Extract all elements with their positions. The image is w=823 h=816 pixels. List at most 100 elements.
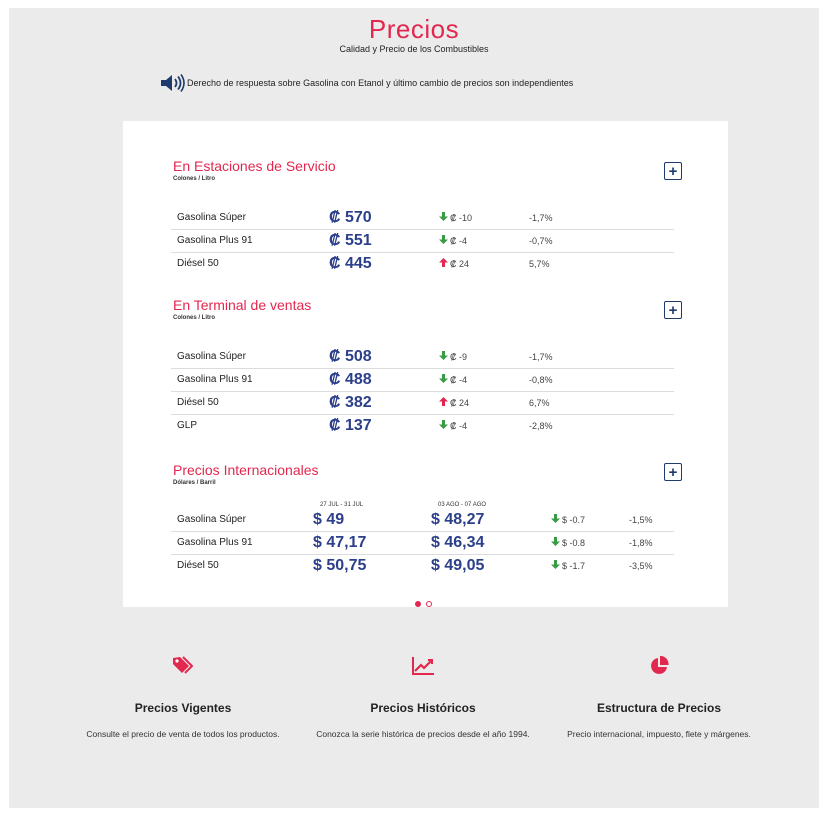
percent-change: -0,7% [529, 236, 553, 246]
price-period-1: $ 47,17 [313, 534, 367, 551]
section-unit-internacionales: Dólares / Barril [173, 480, 216, 486]
price-change: $ -1.7 [551, 555, 585, 577]
period-header-2: 03 AGO - 07 AGO [438, 502, 487, 508]
product-name: GLP [177, 420, 198, 431]
product-name: Gasolina Súper [177, 212, 246, 223]
pie-chart-icon[interactable] [549, 653, 769, 679]
price-change: ₡ -4 [439, 415, 467, 437]
table-row: GLP ₡ 137 ₡ -4 -2,8% [171, 415, 674, 437]
product-name: Gasolina Súper [177, 351, 246, 362]
product-name: Diésel 50 [177, 397, 219, 408]
price-change-value: ₡ -9 [450, 352, 468, 362]
arrow-down-icon [439, 415, 448, 437]
feature-title[interactable]: Estructura de Precios [549, 701, 769, 715]
price-change-value: ₡ -10 [450, 213, 473, 223]
product-name: Gasolina Súper [177, 514, 246, 525]
price-period-1: $ 50,75 [313, 557, 367, 574]
table-row: Gasolina Súper ₡ 570 ₡ -10 -1,7% [171, 207, 674, 230]
price-period-2: $ 49,05 [431, 557, 485, 574]
price-change: ₡ 24 [439, 392, 469, 414]
price-change-value: ₡ -4 [450, 421, 468, 431]
price-change: ₡ -9 [439, 346, 467, 368]
tags-icon[interactable] [73, 653, 293, 679]
arrow-down-icon [551, 532, 560, 554]
table-row: Diésel 50 $ 50,75 $ 49,05 $ -1.7 -3,5% [171, 555, 674, 577]
expand-estaciones-button[interactable]: + [664, 162, 682, 180]
section-unit-estaciones: Colones / Litro [173, 176, 215, 182]
feature-estructura-precios[interactable]: Estructura de Precios Precio internacion… [549, 653, 769, 740]
line-chart-icon[interactable] [313, 653, 533, 679]
section-title-estaciones: En Estaciones de Servicio [173, 158, 336, 174]
product-name: Gasolina Plus 91 [177, 374, 253, 385]
period-header-1: 27 JUL - 31 JUL [320, 502, 364, 508]
section-title-internacionales: Precios Internacionales [173, 462, 319, 478]
product-price: ₡ 508 [329, 348, 372, 365]
table-row: Diésel 50 ₡ 382 ₡ 24 6,7% [171, 392, 674, 415]
price-change: $ -0.8 [551, 532, 585, 554]
feature-title[interactable]: Precios Históricos [313, 701, 533, 715]
feature-title[interactable]: Precios Vigentes [73, 701, 293, 715]
price-change-value: ₡ -4 [450, 375, 468, 385]
product-price: ₡ 137 [329, 417, 372, 434]
product-price: ₡ 488 [329, 371, 372, 388]
prices-card: En Estaciones de Servicio Colones / Litr… [123, 121, 728, 607]
arrow-down-icon [551, 555, 560, 577]
audio-notice[interactable]: Derecho de respuesta sobre Gasolina con … [159, 72, 573, 94]
product-name: Gasolina Plus 91 [177, 537, 253, 548]
percent-change: 5,7% [529, 259, 550, 269]
page-subtitle: Calidad y Precio de los Combustibles [339, 44, 489, 54]
percent-change: -2,8% [529, 421, 553, 431]
carousel-dot-1[interactable] [415, 601, 421, 607]
price-change-value: ₡ 24 [450, 259, 470, 269]
price-change: ₡ -10 [439, 207, 472, 229]
price-change-value: $ -0.8 [562, 538, 586, 548]
feature-description: Conozca la serie histórica de precios de… [316, 729, 530, 739]
arrow-down-icon [551, 509, 560, 531]
price-change: $ -0.7 [551, 509, 585, 531]
table-row: Gasolina Súper $ 49 $ 48,27 $ -0.7 -1,5% [171, 509, 674, 532]
arrow-down-icon [439, 230, 448, 252]
carousel-dot-2[interactable] [426, 601, 432, 607]
expand-terminal-button[interactable]: + [664, 301, 682, 319]
percent-change: -1,5% [629, 515, 653, 525]
page-background: Precios Calidad y Precio de los Combusti… [9, 8, 819, 808]
price-change-value: $ -1.7 [562, 561, 586, 571]
notice-text[interactable]: Derecho de respuesta sobre Gasolina con … [187, 78, 573, 88]
price-period-2: $ 46,34 [431, 534, 485, 551]
table-row: Gasolina Plus 91 $ 47,17 $ 46,34 $ -0.8 -1,8… [171, 532, 674, 555]
section-title-terminal: En Terminal de ventas [173, 297, 312, 313]
price-change: ₡ -4 [439, 369, 467, 391]
price-period-2: $ 48,27 [431, 511, 485, 528]
arrow-down-icon [439, 346, 448, 368]
product-price: ₡ 445 [329, 255, 372, 272]
product-price: ₡ 382 [329, 394, 372, 411]
arrow-up-icon [439, 253, 448, 275]
product-name: Diésel 50 [177, 560, 219, 571]
price-change: ₡ 24 [439, 253, 469, 275]
carousel-indicator [415, 601, 432, 607]
product-price: ₡ 551 [329, 232, 372, 249]
product-name: Diésel 50 [177, 258, 219, 269]
table-row: Gasolina Plus 91 ₡ 488 ₡ -4 -0,8% [171, 369, 674, 392]
speaker-icon[interactable] [159, 73, 186, 93]
percent-change: -3,5% [629, 561, 653, 571]
page-title: Precios [368, 14, 460, 44]
expand-internacionales-button[interactable]: + [664, 463, 682, 481]
arrow-down-icon [439, 207, 448, 229]
arrow-up-icon [439, 392, 448, 414]
percent-change: -1,7% [529, 352, 553, 362]
feature-description: Precio internacional, impuesto, flete y … [567, 729, 751, 739]
feature-precios-historicos[interactable]: Precios Históricos Conozca la serie hist… [313, 653, 533, 740]
feature-description: Consulte el precio de venta de todos los… [86, 729, 280, 739]
percent-change: -1,8% [629, 538, 653, 548]
table-row: Diésel 50 ₡ 445 ₡ 24 5,7% [171, 253, 674, 275]
table-row: Gasolina Súper ₡ 508 ₡ -9 -1,7% [171, 346, 674, 369]
price-change-value: $ -0.7 [562, 515, 586, 525]
table-row: Gasolina Plus 91 ₡ 551 ₡ -4 -0,7% [171, 230, 674, 253]
feature-precios-vigentes[interactable]: Precios Vigentes Consulte el precio de v… [73, 653, 293, 740]
price-change: ₡ -4 [439, 230, 467, 252]
percent-change: 6,7% [529, 398, 550, 408]
arrow-down-icon [439, 369, 448, 391]
price-change-value: ₡ 24 [450, 398, 470, 408]
price-change-value: ₡ -4 [450, 236, 468, 246]
